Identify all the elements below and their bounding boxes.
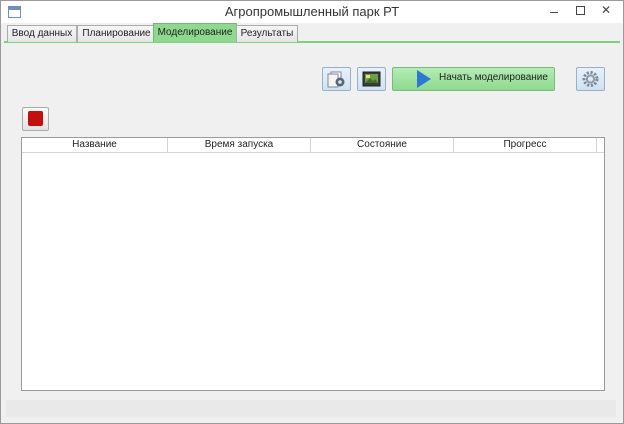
tab-planning[interactable]: Планирование [77,25,156,42]
window-title: Агропромышленный парк РТ [224,4,400,19]
table-header: Название Время запуска Состояние Прогрес… [22,138,604,153]
close-icon: ✕ [600,3,612,17]
model-settings-button[interactable] [322,67,351,91]
tab-strip: Ввод данных Планирование Моделирование Р… [4,23,620,43]
start-simulation-button[interactable]: Начать моделирование [392,67,555,91]
app-window: Агропромышленный парк РТ ✕ Ввод данных П… [0,0,624,424]
gear-document-icon [327,71,345,88]
title-bar[interactable]: Агропромышленный парк РТ ✕ [1,1,623,23]
column-header-name[interactable]: Название [22,138,168,152]
view-image-button[interactable] [357,67,386,91]
column-header-status[interactable]: Состояние [311,138,454,152]
close-button[interactable]: ✕ [593,1,619,21]
tab-modeling[interactable]: Моделирование [153,23,237,42]
stop-icon [28,111,43,126]
modeling-panel: Начать моделирование Название Время запу… [6,43,616,399]
column-header-start-time[interactable]: Время запуска [168,138,311,152]
maximize-button[interactable] [567,1,593,21]
minimize-icon [550,12,558,13]
column-header-progress[interactable]: Прогресс [454,138,597,152]
settings-icon [582,71,599,87]
image-icon [362,71,381,87]
minimize-button[interactable] [541,1,567,21]
stop-simulation-button[interactable] [22,107,49,131]
tab-results[interactable]: Результаты [236,25,298,42]
play-icon [417,70,431,88]
maximize-icon [576,6,585,15]
start-simulation-label: Начать моделирование [439,72,548,83]
status-bar [6,400,616,417]
tab-data-input[interactable]: Ввод данных [7,25,77,42]
settings-button[interactable] [576,67,605,91]
simulation-table[interactable]: Название Время запуска Состояние Прогрес… [21,137,605,391]
